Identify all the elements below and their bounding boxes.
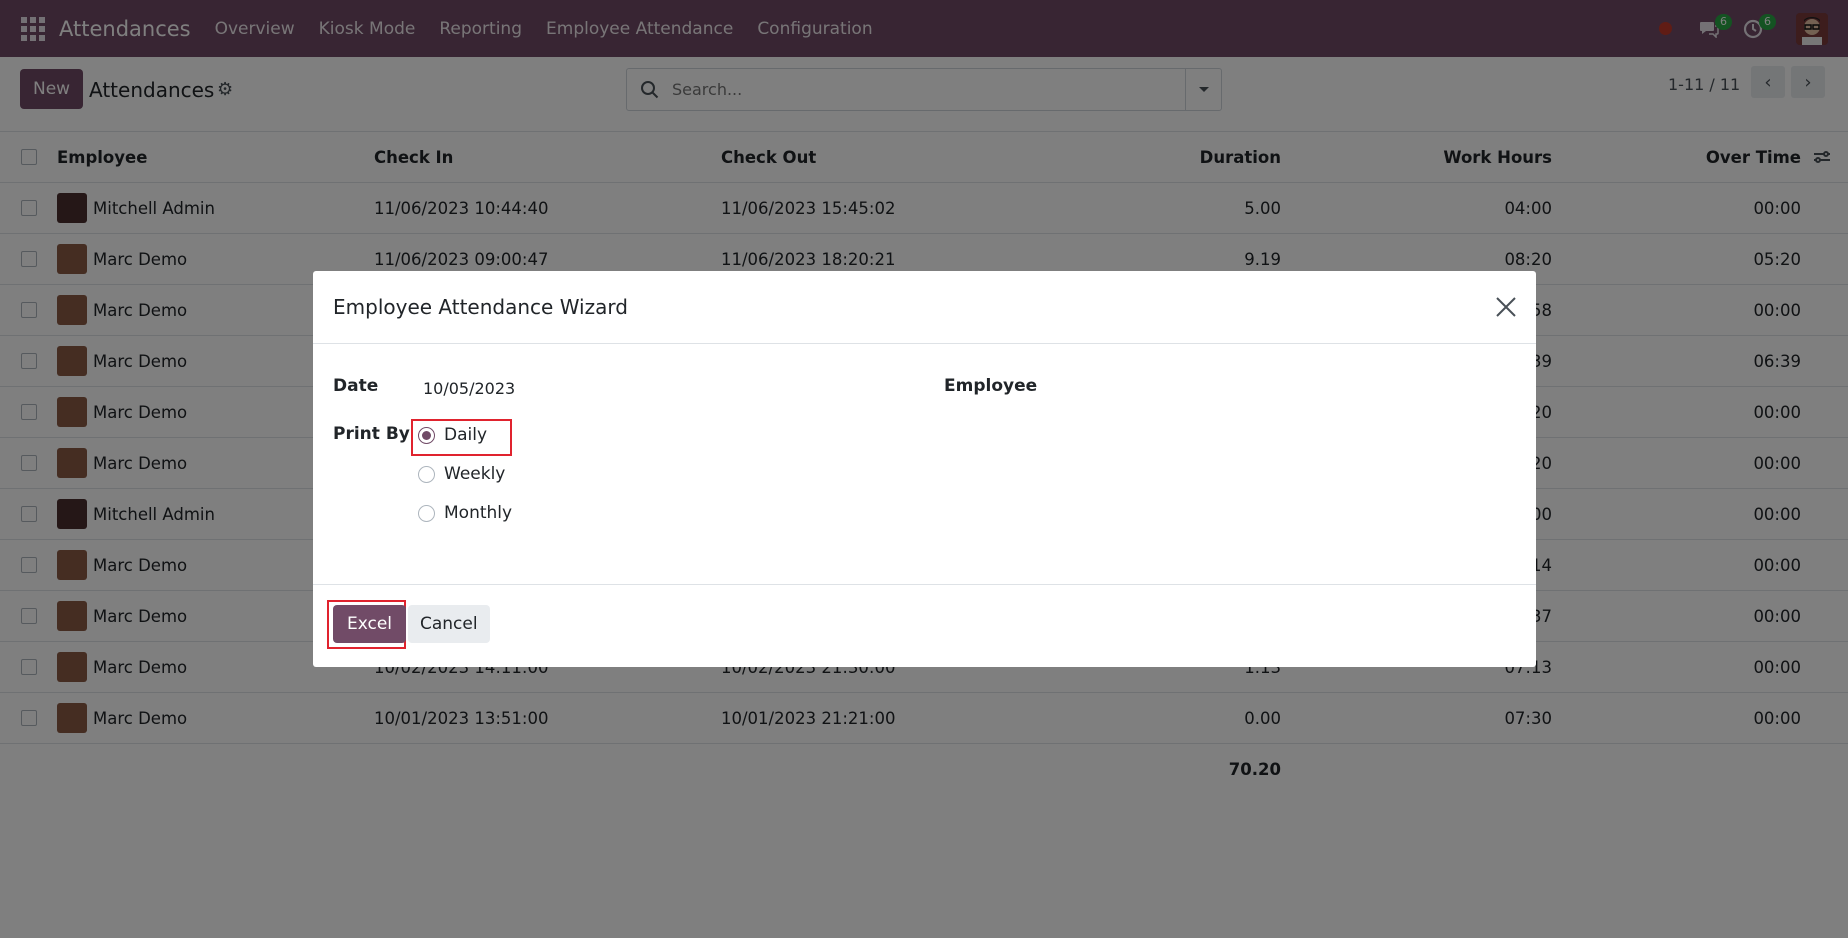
close-icon[interactable] bbox=[1494, 295, 1518, 319]
modal-title: Employee Attendance Wizard bbox=[333, 295, 628, 319]
radio-daily-label: Daily bbox=[444, 425, 488, 445]
employee-attendance-wizard: Employee Attendance Wizard Date 10/05/20… bbox=[313, 271, 1536, 667]
employee-label: Employee bbox=[944, 376, 1038, 396]
date-field[interactable]: 10/05/2023 bbox=[423, 379, 515, 398]
cancel-button[interactable]: Cancel bbox=[408, 605, 490, 643]
radio-monthly[interactable]: Monthly bbox=[418, 503, 512, 523]
radio-monthly-button[interactable] bbox=[418, 504, 435, 522]
modal-footer: Excel Cancel bbox=[313, 584, 1536, 667]
radio-monthly-label: Monthly bbox=[444, 503, 513, 523]
radio-weekly-button[interactable] bbox=[418, 465, 435, 483]
radio-weekly[interactable]: Weekly bbox=[418, 464, 505, 484]
radio-weekly-label: Weekly bbox=[444, 464, 506, 484]
radio-daily-button[interactable] bbox=[418, 426, 435, 444]
modal-header: Employee Attendance Wizard bbox=[313, 271, 1536, 344]
radio-daily[interactable]: Daily bbox=[418, 425, 487, 445]
excel-button[interactable]: Excel bbox=[333, 605, 407, 643]
print-by-label: Print By bbox=[333, 424, 410, 444]
date-label: Date bbox=[333, 376, 379, 396]
